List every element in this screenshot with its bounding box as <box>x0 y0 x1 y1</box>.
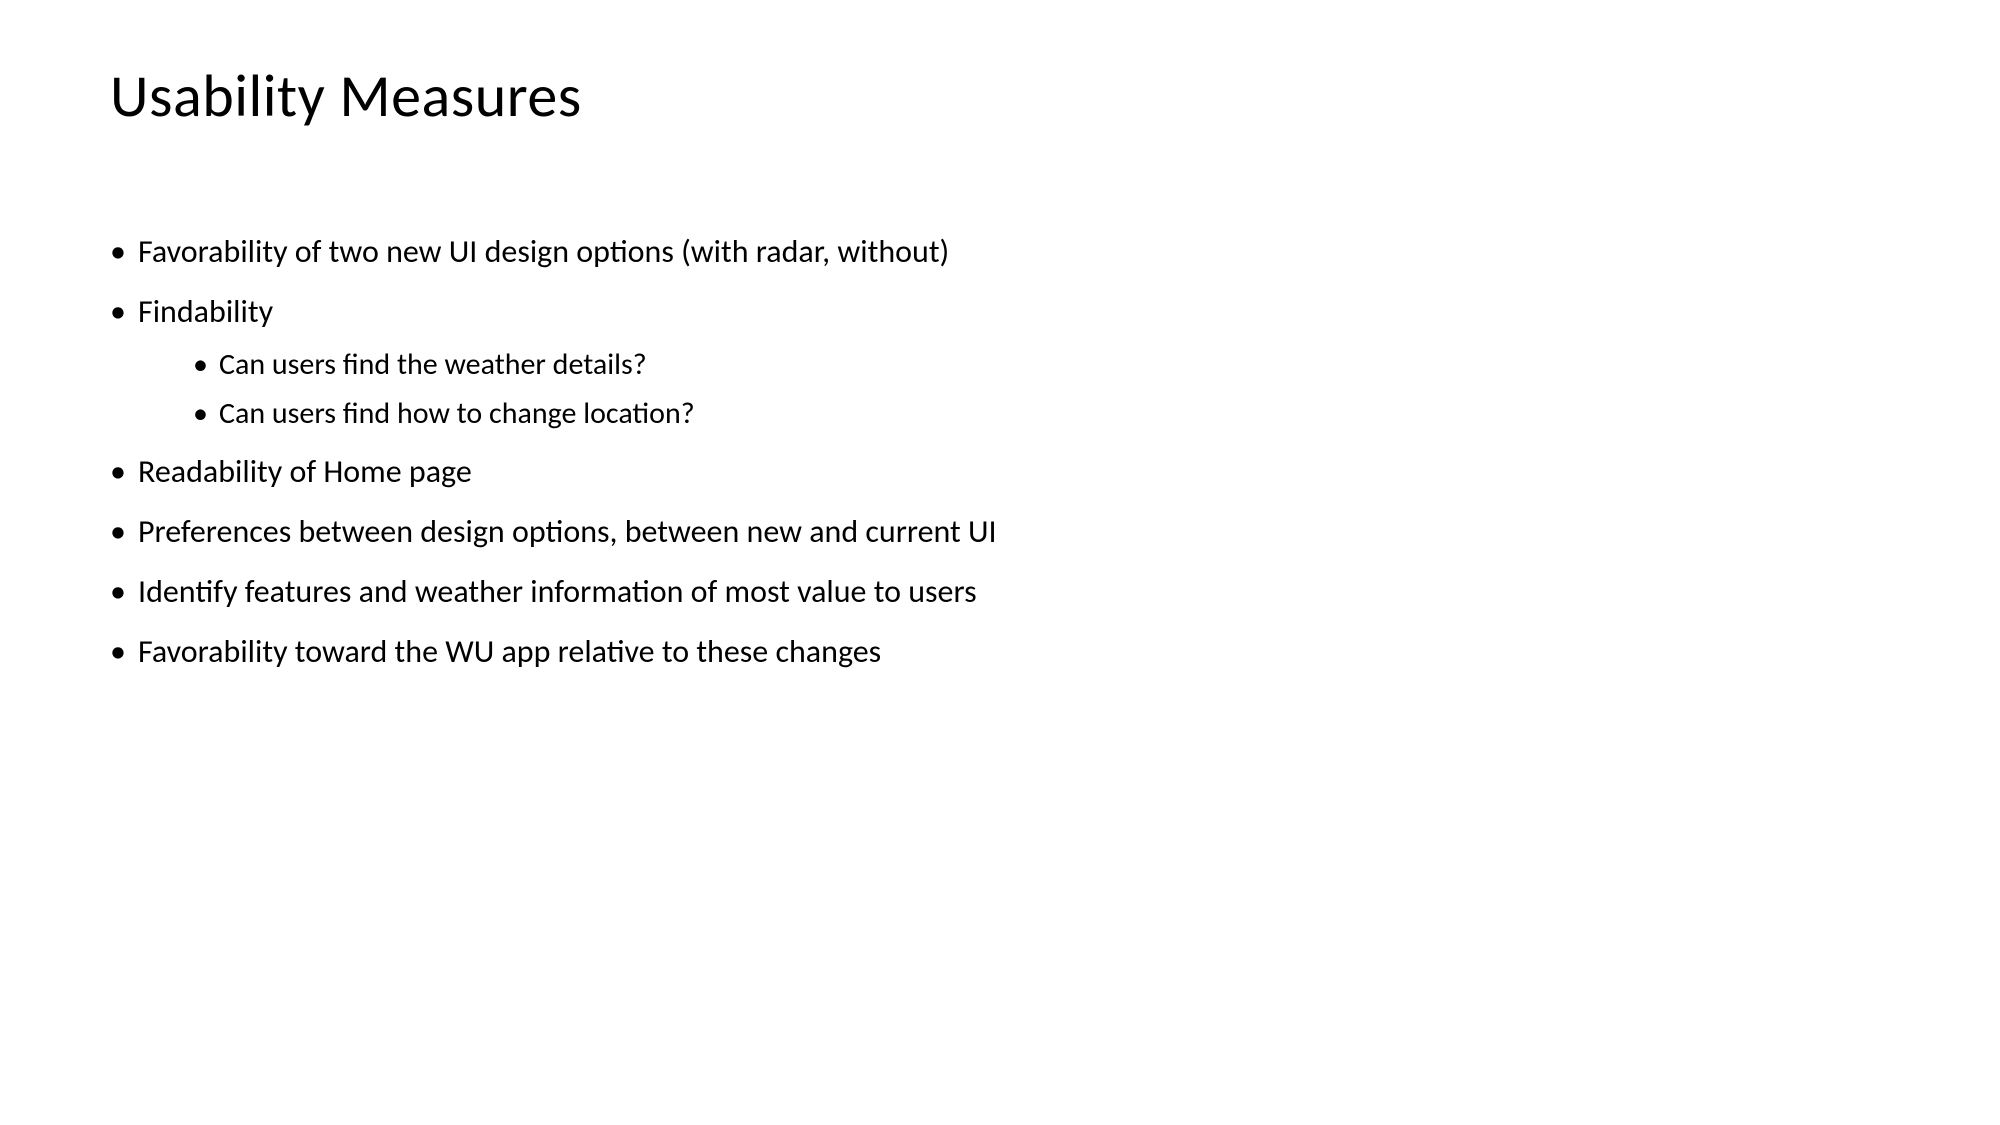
sub-list-item-text: Can users find how to change location? <box>219 395 695 432</box>
list-item-text: Favorability toward the WU app relative … <box>138 632 881 671</box>
sub-list-item-text: Can users find the weather details? <box>219 346 647 383</box>
sub-list-item: Can users find how to change location? <box>193 391 1890 436</box>
list-item-text: Preferences between design options, betw… <box>138 512 997 551</box>
list-item: Findability Can users find the weather d… <box>110 288 1890 436</box>
list-item: Identify features and weather informatio… <box>110 568 1890 616</box>
list-item: Readability of Home page <box>110 448 1890 496</box>
list-item-text: Identify features and weather informatio… <box>138 572 977 611</box>
list-item: Favorability of two new UI design option… <box>110 228 1890 276</box>
list-item: Preferences between design options, betw… <box>110 508 1890 556</box>
sub-list-item: Can users find the weather details? <box>193 342 1890 387</box>
list-item: Favorability toward the WU app relative … <box>110 628 1890 676</box>
bullet-list: Favorability of two new UI design option… <box>110 228 1890 676</box>
sub-bullet-list: Can users find the weather details? Can … <box>193 342 1890 436</box>
list-item-text: Findability <box>138 292 273 331</box>
list-item-text: Favorability of two new UI design option… <box>138 232 949 271</box>
slide-title: Usability Measures <box>110 60 1890 133</box>
list-item-text: Readability of Home page <box>138 452 472 491</box>
